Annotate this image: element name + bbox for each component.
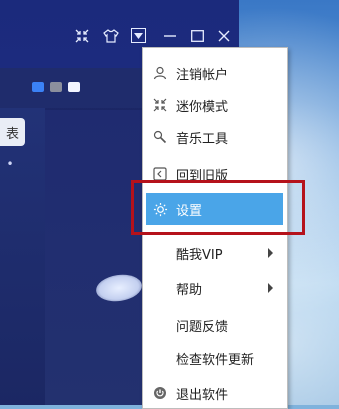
- left-tab[interactable]: 表: [0, 118, 25, 146]
- mini-mode-icon[interactable]: [73, 27, 91, 45]
- power-icon: [152, 385, 168, 401]
- menu-item-music-tools[interactable]: 音乐工具: [143, 122, 287, 152]
- mini-mode-icon: [152, 97, 168, 113]
- menu-label-feedback: 问题反馈: [176, 319, 229, 335]
- menu-label-vip: 酷我VIP: [176, 247, 223, 263]
- menu-item-help[interactable]: 帮助: [143, 273, 287, 303]
- menu-label-check-update: 检查软件更新: [176, 352, 255, 368]
- close-icon[interactable]: [215, 27, 233, 45]
- mail-icon[interactable]: [68, 82, 80, 92]
- menu-label-exit: 退出软件: [176, 387, 229, 403]
- menu-item-logout[interactable]: 注销帐户: [143, 58, 287, 88]
- annotation-highlight-box: [131, 180, 305, 235]
- chevron-right-icon: [268, 248, 273, 258]
- music-note-icon: [32, 82, 44, 92]
- user-icon: [152, 65, 168, 81]
- chevron-right-icon: [268, 283, 273, 293]
- menu-item-mini-mode[interactable]: 迷你模式: [143, 90, 287, 120]
- tools-icon: [152, 129, 168, 145]
- menu-dropdown-icon[interactable]: [131, 28, 146, 43]
- skin-icon[interactable]: [102, 27, 120, 45]
- menu-label-help: 帮助: [176, 282, 203, 298]
- menu-label-mini-mode: 迷你模式: [176, 99, 229, 115]
- minimize-icon[interactable]: [161, 27, 179, 45]
- menu-item-exit[interactable]: 退出软件: [143, 378, 287, 408]
- vip-badge-icon: [50, 82, 62, 92]
- menu-item-vip[interactable]: 酷我VIP: [143, 238, 287, 268]
- maximize-icon[interactable]: [188, 27, 206, 45]
- menu-label-logout: 注销帐户: [176, 67, 229, 83]
- menu-item-check-update[interactable]: 检查软件更新: [143, 343, 287, 373]
- left-tab-secondary[interactable]: •: [0, 150, 20, 178]
- menu-label-music-tools: 音乐工具: [176, 131, 229, 147]
- menu-item-feedback[interactable]: 问题反馈: [143, 310, 287, 340]
